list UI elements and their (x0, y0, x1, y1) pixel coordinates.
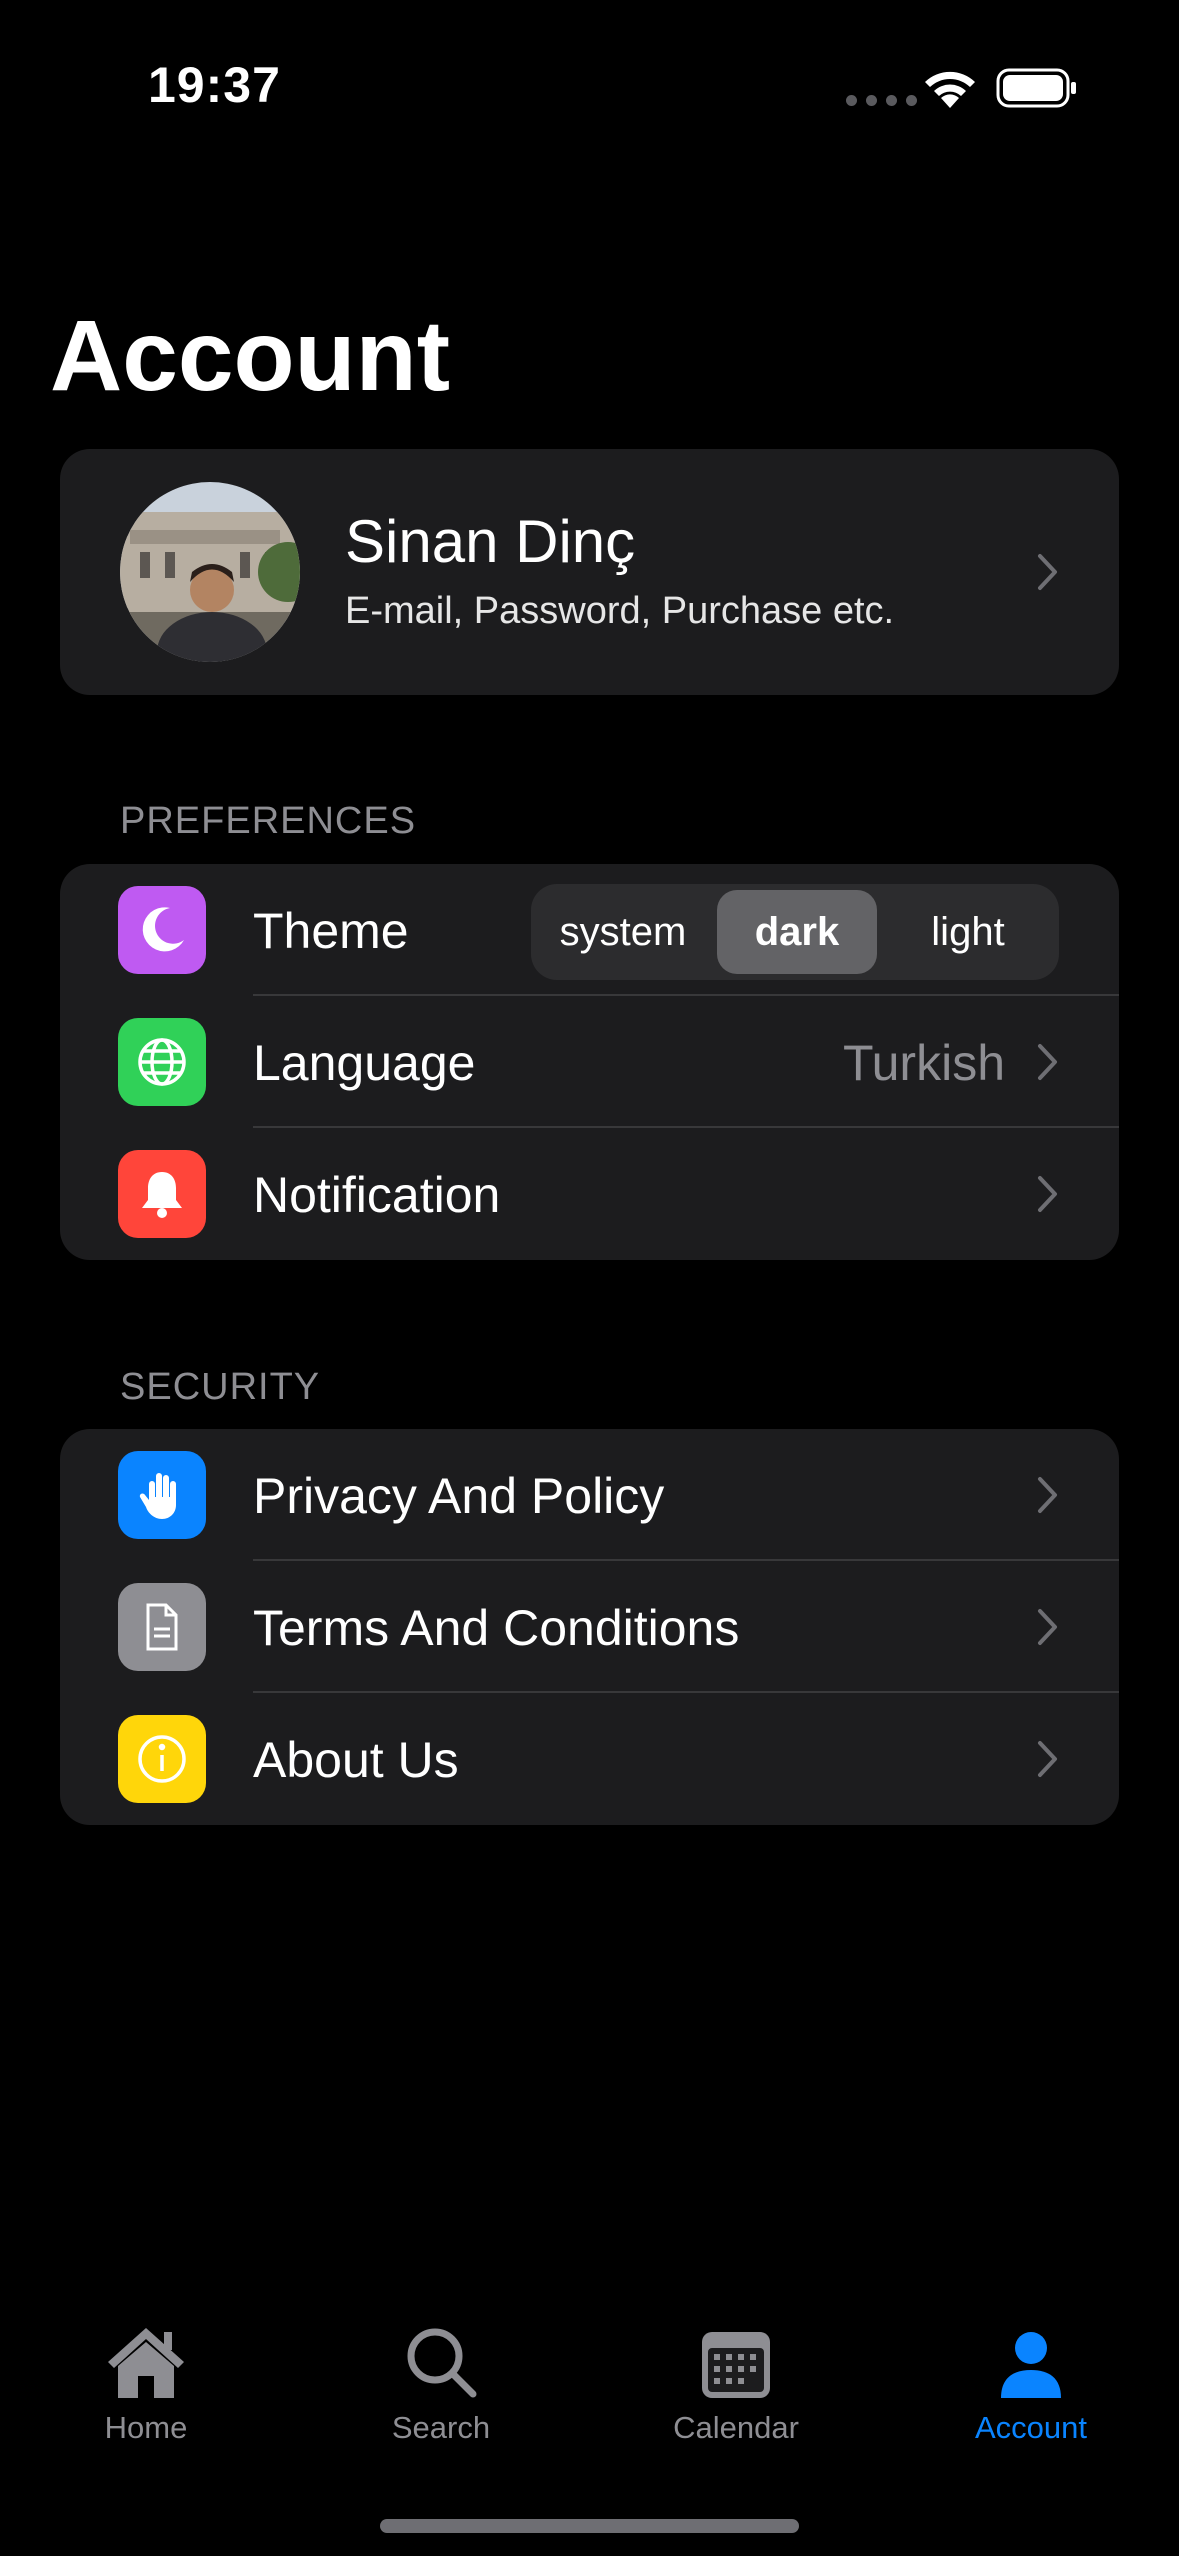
privacy-policy-label: Privacy And Policy (253, 1468, 665, 1524)
tab-search-label: Search (391, 2410, 491, 2445)
notification-row[interactable]: Notification (60, 1128, 1119, 1260)
page-title: Account (50, 300, 450, 412)
home-indicator (380, 2519, 799, 2533)
security-card: Privacy And Policy Terms And Conditions (60, 1429, 1119, 1825)
language-row[interactable]: Language Turkish (60, 996, 1119, 1128)
theme-segmented-control[interactable]: system dark light (531, 884, 1059, 980)
chevron-right-icon (1037, 1476, 1059, 1514)
theme-option-dark[interactable]: dark (717, 890, 877, 974)
magnifier-icon (341, 2320, 541, 2400)
theme-option-system[interactable]: system (537, 890, 709, 974)
language-label: Language (253, 1035, 476, 1091)
person-icon (931, 2320, 1131, 2400)
chevron-right-icon (1037, 1175, 1059, 1213)
preferences-card: Theme system dark light Language Turkish (60, 864, 1119, 1260)
theme-label: Theme (253, 903, 409, 959)
notification-label: Notification (253, 1167, 501, 1223)
chevron-right-icon (1037, 1043, 1059, 1081)
tab-search[interactable]: Search (341, 2320, 541, 2446)
status-time: 19:37 (148, 57, 281, 113)
tab-home[interactable]: Home (46, 2320, 246, 2446)
wifi-icon (925, 71, 975, 108)
calendar-icon (636, 2320, 836, 2400)
theme-row: Theme system dark light (60, 864, 1119, 996)
terms-conditions-label: Terms And Conditions (253, 1600, 740, 1656)
preferences-header: PREFERENCES (120, 800, 417, 842)
chevron-right-icon (1037, 1740, 1059, 1778)
profile-name: Sinan Dinç (345, 508, 636, 575)
info-icon (118, 1715, 206, 1803)
chevron-right-icon (1037, 1608, 1059, 1646)
document-icon (118, 1583, 206, 1671)
profile-subtitle: E-mail, Password, Purchase etc. (345, 590, 895, 632)
about-us-label: About Us (253, 1732, 459, 1788)
chevron-right-icon (1037, 553, 1059, 591)
terms-conditions-row[interactable]: Terms And Conditions (60, 1561, 1119, 1693)
security-header: SECURITY (120, 1366, 321, 1408)
tab-calendar-label: Calendar (673, 2410, 799, 2445)
theme-option-light[interactable]: light (883, 890, 1053, 974)
battery-icon (996, 68, 1076, 108)
house-icon (46, 2320, 246, 2400)
about-us-row[interactable]: About Us (60, 1693, 1119, 1825)
tab-home-label: Home (104, 2410, 188, 2445)
bell-icon (118, 1150, 206, 1238)
cellular-signal-icon (846, 95, 917, 106)
tab-calendar[interactable]: Calendar (636, 2320, 836, 2446)
tab-account[interactable]: Account (931, 2320, 1131, 2446)
hand-icon (118, 1451, 206, 1539)
moon-icon (118, 886, 206, 974)
avatar (120, 482, 300, 662)
privacy-policy-row[interactable]: Privacy And Policy (60, 1429, 1119, 1561)
tab-bar: Home Search Calendar Account (0, 2290, 1179, 2556)
profile-card[interactable]: Sinan Dinç E-mail, Password, Purchase et… (60, 449, 1119, 695)
tab-account-label: Account (974, 2410, 1087, 2445)
language-value: Turkish (842, 1035, 1005, 1091)
globe-icon (118, 1018, 206, 1106)
